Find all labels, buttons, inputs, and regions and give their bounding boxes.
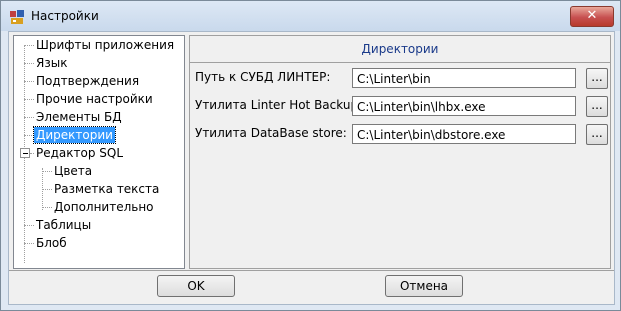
dbstore-label: Утилита DataBase store:	[195, 126, 347, 140]
tree-item-blob[interactable]: Блоб	[34, 235, 69, 251]
tree-connector	[42, 171, 52, 172]
dbms-path-label: Путь к СУБД ЛИНТЕР:	[195, 70, 331, 84]
settings-window: Настройки ✕ Шрифты приложения Язык Подтв…	[0, 0, 621, 311]
tree-connector	[42, 207, 52, 208]
hot-backup-label: Утилита Linter Hot Backup:	[195, 98, 363, 112]
ok-button[interactable]: OK	[157, 275, 235, 297]
tree-item-other-settings[interactable]: Прочие настройки	[34, 91, 155, 107]
hot-backup-browse-button[interactable]: ...	[586, 96, 608, 117]
tree-item-colors[interactable]: Цвета	[52, 163, 94, 179]
tree-connector	[24, 117, 34, 118]
tree-connector	[24, 243, 34, 244]
tree-connector	[42, 189, 52, 190]
tree-connector	[24, 45, 34, 46]
tree-connector	[24, 63, 34, 64]
tree-item-db-elements[interactable]: Элементы БД	[34, 109, 124, 125]
tree-item-confirmations[interactable]: Подтверждения	[34, 73, 141, 89]
tree-connector	[24, 99, 34, 100]
dbms-path-browse-button[interactable]: ...	[586, 68, 608, 89]
tree-item-additional[interactable]: Дополнительно	[52, 199, 156, 215]
tree-item-fonts[interactable]: Шрифты приложения	[34, 37, 176, 53]
tree-item-directories[interactable]: Директории	[33, 126, 116, 144]
dbstore-field[interactable]: C:\Linter\bin\dbstore.exe	[352, 124, 576, 144]
cancel-button[interactable]: Отмена	[385, 275, 463, 297]
window-title: Настройки	[31, 9, 99, 23]
tree-connector	[24, 225, 34, 226]
tree-item-tables[interactable]: Таблицы	[34, 217, 93, 233]
panel-title: Директории	[190, 36, 610, 63]
tree-item-sql-editor[interactable]: Редактор SQL	[34, 145, 125, 161]
tree-item-language[interactable]: Язык	[34, 55, 69, 71]
tree-item-text-markup[interactable]: Разметка текста	[52, 181, 161, 197]
close-button[interactable]: ✕	[570, 6, 614, 27]
settings-app-icon	[10, 10, 24, 24]
collapse-toggle-icon[interactable]	[20, 148, 30, 158]
directories-panel: Директории Путь к СУБД ЛИНТЕР: C:\Linter…	[189, 35, 611, 269]
dbstore-browse-button[interactable]: ...	[586, 124, 608, 145]
dialog-body: Шрифты приложения Язык Подтверждения Про…	[8, 31, 615, 305]
tree-connector	[24, 81, 34, 82]
button-separator	[9, 270, 614, 271]
title-bar[interactable]: Настройки ✕	[1, 1, 620, 31]
settings-tree[interactable]: Шрифты приложения Язык Подтверждения Про…	[13, 35, 185, 269]
dbms-path-field[interactable]: C:\Linter\bin	[352, 68, 576, 88]
hot-backup-field[interactable]: C:\Linter\bin\lhbx.exe	[352, 96, 576, 116]
tree-connector	[24, 135, 34, 136]
